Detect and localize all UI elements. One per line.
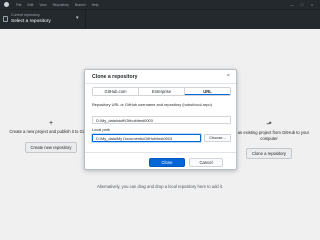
menu-view[interactable]: View [39, 3, 46, 7]
local-path-label: Local path [92, 127, 110, 132]
menu-help[interactable]: Help [92, 3, 99, 7]
window-controls: — □ × [287, 0, 317, 9]
close-icon[interactable]: × [227, 73, 230, 79]
maximize-button[interactable]: □ [297, 0, 307, 9]
repository-url-label: Repository URL or GitHub username and re… [92, 102, 212, 107]
menu-repository[interactable]: Repository [53, 3, 69, 7]
cancel-button[interactable]: Cancel [189, 158, 223, 167]
tab-github-com[interactable]: GitHub.com [93, 88, 139, 95]
current-repository-title: Select a repository [11, 19, 51, 24]
dialog-header: Clone a repository × [85, 70, 236, 84]
clone-repository-dialog: Clone a repository × GitHub.com Enterpri… [84, 69, 237, 170]
current-repository-kicker: Current repository [11, 13, 40, 17]
tab-enterprise[interactable]: Enterprise [139, 88, 185, 95]
clone-button[interactable]: Clone [149, 158, 185, 167]
dialog-footer: Clone Cancel [85, 152, 236, 170]
local-path-input[interactable] [92, 134, 201, 142]
github-desktop-logo-icon [4, 2, 9, 7]
menu-bar: File Edit View Repository Branch Help [16, 3, 105, 7]
menu-branch[interactable]: Branch [75, 3, 86, 7]
repo-icon [3, 16, 8, 22]
menu-file[interactable]: File [16, 3, 21, 7]
repository-url-input[interactable] [92, 116, 231, 124]
menu-edit[interactable]: Edit [27, 3, 33, 7]
chevron-down-icon: ▾ [76, 15, 79, 21]
clone-source-tabs: GitHub.com Enterprise URL [92, 87, 231, 96]
title-bar: File Edit View Repository Branch Help — … [0, 0, 320, 9]
choose-path-button[interactable]: Choose... [204, 134, 231, 142]
current-repository-selector[interactable]: Current repository Select a repository ▾ [0, 10, 86, 30]
dialog-title: Clone a repository [92, 74, 138, 80]
minimize-button[interactable]: — [287, 0, 297, 9]
tab-url[interactable]: URL [185, 88, 230, 95]
close-window-button[interactable]: × [307, 0, 317, 9]
repository-toolbar: Current repository Select a repository ▾ [0, 9, 320, 30]
